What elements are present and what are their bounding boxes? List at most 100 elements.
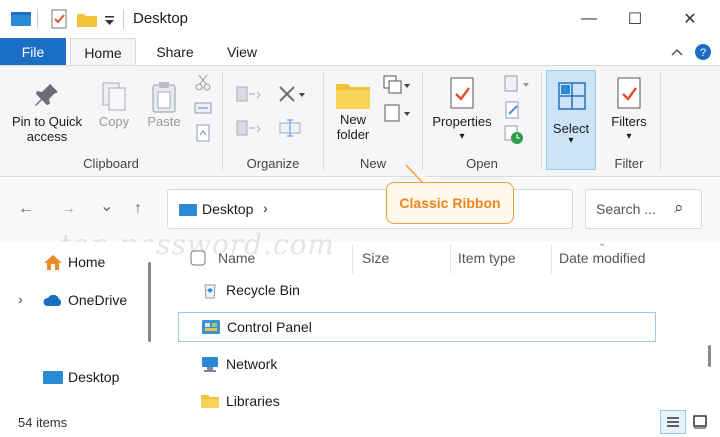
- filter-group: Filters ▾ Filter: [598, 66, 660, 176]
- back-button[interactable]: ←: [18, 200, 34, 218]
- pin-to-quick-access-button[interactable]: Pin to Quick access: [6, 80, 88, 144]
- pin-label-line1: Pin to Quick: [11, 114, 83, 129]
- rename-icon[interactable]: [277, 118, 307, 138]
- title-separator: [123, 9, 124, 29]
- select-all-checkbox[interactable]: [190, 250, 206, 266]
- history-icon[interactable]: [503, 124, 525, 146]
- group-separator: [660, 72, 661, 170]
- open-group: Properties ▾ Open: [423, 66, 541, 176]
- content-scrollbar[interactable]: [708, 345, 711, 367]
- desktop-icon: [179, 204, 197, 216]
- forward-button[interactable]: →: [60, 200, 76, 218]
- tab-view[interactable]: View: [212, 38, 272, 66]
- cut-icon[interactable]: [194, 74, 212, 92]
- properties-dropdown-icon: ▾: [459, 131, 465, 142]
- copy-label: Copy: [98, 114, 130, 129]
- address-chevron-icon[interactable]: ›: [263, 200, 268, 216]
- column-separator[interactable]: [352, 244, 353, 274]
- properties-icon: [450, 77, 474, 109]
- filters-button[interactable]: Filters ▾: [602, 76, 656, 144]
- search-placeholder: Search ...: [596, 201, 656, 217]
- minimize-button[interactable]: —: [566, 4, 612, 34]
- paste-button[interactable]: Paste: [144, 80, 184, 129]
- new-folder-quick-icon[interactable]: [76, 8, 98, 30]
- onedrive-expand-icon[interactable]: ›: [18, 291, 23, 307]
- sidebar-item-onedrive[interactable]: OneDrive: [42, 291, 127, 309]
- new-group: New folder New: [324, 66, 422, 176]
- column-header-name[interactable]: Name: [218, 250, 255, 266]
- window-title: Desktop: [133, 10, 189, 27]
- search-icon: ⌕: [674, 198, 684, 217]
- properties-quick-icon[interactable]: [48, 8, 70, 30]
- customize-quick-access-icon[interactable]: [103, 8, 117, 30]
- sidebar-item-label: OneDrive: [68, 292, 128, 308]
- delete-icon[interactable]: [277, 84, 307, 104]
- column-separator[interactable]: [551, 244, 552, 274]
- copy-path-icon[interactable]: [194, 100, 212, 116]
- tab-file[interactable]: File: [0, 38, 66, 66]
- pin-label-line2: access: [26, 129, 68, 144]
- clipboard-group-label: Clipboard: [83, 156, 139, 171]
- status-bar: 54 items: [0, 408, 720, 437]
- explorer-window-icon: [11, 12, 31, 26]
- address-text: Desktop: [202, 201, 254, 217]
- minimize-ribbon-icon[interactable]: [670, 46, 684, 58]
- classic-ribbon-callout: Classic Ribbon: [386, 182, 514, 224]
- column-separator[interactable]: [450, 244, 451, 274]
- select-label: Select: [552, 121, 590, 136]
- select-dropdown-icon: ▾: [568, 135, 574, 146]
- sidebar-item-label: Home: [68, 254, 106, 270]
- select-button[interactable]: Select ▾: [546, 70, 596, 170]
- organize-group: Organize: [223, 66, 323, 176]
- new-folder-button[interactable]: New folder: [330, 78, 376, 142]
- maximize-button[interactable]: ☐: [612, 4, 658, 34]
- properties-button[interactable]: Properties ▾: [427, 76, 497, 144]
- recycle-bin-icon: [204, 284, 216, 299]
- file-name: Network: [226, 356, 278, 372]
- file-name: Control Panel: [227, 319, 312, 335]
- qa-separator: [37, 9, 38, 29]
- sidebar-item-label: Desktop: [68, 369, 120, 385]
- file-row-control-panel[interactable]: Control Panel: [178, 312, 656, 342]
- tab-share[interactable]: Share: [144, 38, 206, 66]
- organize-group-label: Organize: [246, 156, 300, 171]
- file-row-network[interactable]: Network: [178, 349, 656, 379]
- filters-dropdown-icon: ▾: [626, 131, 632, 142]
- help-icon[interactable]: ?: [694, 43, 712, 61]
- details-view-button[interactable]: [660, 410, 686, 434]
- column-header-date-modified[interactable]: Date modified: [559, 250, 645, 266]
- select-icon: [558, 82, 586, 110]
- column-header-item-type[interactable]: Item type: [458, 250, 516, 266]
- paste-shortcut-icon[interactable]: [194, 124, 212, 142]
- file-name: Recycle Bin: [226, 282, 300, 298]
- sidebar-scrollbar[interactable]: [148, 262, 151, 342]
- open-with-icon[interactable]: [503, 74, 531, 94]
- svg-text:?: ?: [700, 47, 706, 59]
- paste-label: Paste: [147, 114, 181, 129]
- close-button[interactable]: ✕: [667, 4, 713, 34]
- file-row-recycle-bin[interactable]: Recycle Bin: [178, 275, 656, 305]
- filters-label: Filters: [611, 114, 647, 129]
- up-button[interactable]: ↑: [134, 200, 142, 218]
- edit-icon[interactable]: [503, 100, 525, 120]
- sidebar-item-desktop[interactable]: Desktop: [42, 368, 119, 386]
- column-header-size[interactable]: Size: [362, 250, 389, 266]
- move-to-icon[interactable]: [235, 84, 263, 104]
- filters-icon: [617, 77, 641, 109]
- item-count: 54 items: [18, 415, 68, 430]
- ribbon-tabs: File Home Share View ?: [0, 38, 720, 66]
- properties-label: Properties: [432, 114, 492, 129]
- new-item-icon[interactable]: [382, 74, 412, 96]
- home-icon: [44, 255, 62, 270]
- sidebar-item-home[interactable]: Home: [42, 253, 105, 271]
- recent-locations-button[interactable]: ⌄: [100, 196, 113, 216]
- easy-access-icon[interactable]: [382, 102, 412, 124]
- search-input[interactable]: Search ... ⌕: [585, 189, 702, 229]
- tab-home[interactable]: Home: [70, 38, 136, 66]
- large-icons-view-icon[interactable]: [692, 414, 708, 430]
- copy-button[interactable]: Copy: [94, 80, 134, 129]
- copy-to-icon[interactable]: [235, 118, 263, 138]
- paste-icon: [152, 82, 176, 113]
- details-view-icon: [667, 417, 679, 427]
- new-folder-label-line2: folder: [336, 127, 370, 142]
